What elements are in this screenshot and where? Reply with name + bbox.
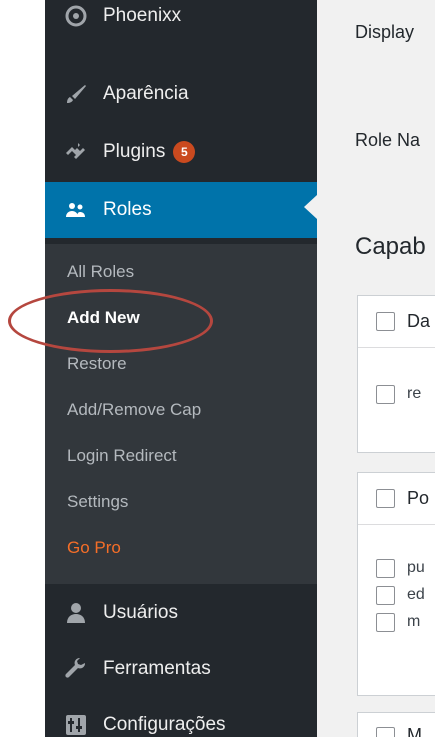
menu-item-label: Roles: [103, 199, 152, 220]
group-label: Da: [407, 311, 431, 331]
role-name-label: Role Na: [355, 130, 421, 150]
capability-group-header: Po: [358, 473, 435, 525]
capability-label: pu: [407, 559, 425, 576]
menu-item-usuarios[interactable]: Usuários: [45, 585, 317, 641]
admin-sidebar: Phoenixx Aparência Plugins 5 Roles All R…: [45, 0, 317, 737]
highlight-annotation: [8, 289, 213, 353]
submenu-settings[interactable]: Settings: [67, 492, 128, 512]
group-checkbox[interactable]: [376, 312, 395, 331]
capability-checkbox[interactable]: [376, 613, 395, 632]
menu-item-roles[interactable]: Roles: [45, 182, 317, 238]
capability-label: ed: [407, 586, 425, 603]
capability-label: m: [407, 613, 421, 630]
capability-checkbox[interactable]: [376, 586, 395, 605]
group-label: M: [407, 725, 422, 737]
menu-item-configuracoes[interactable]: Configurações: [45, 697, 317, 737]
capability-group-panel: Po pu ed m: [357, 472, 435, 696]
active-menu-pointer: [304, 195, 317, 219]
menu-item-aparencia[interactable]: Aparência: [45, 66, 317, 122]
menu-item-label: Plugins: [103, 141, 166, 162]
wrench-icon: [63, 656, 89, 682]
theme-icon: [63, 3, 89, 29]
capability-label: re: [407, 385, 422, 402]
paintbrush-icon: [63, 81, 89, 107]
capability-group-panel: M: [357, 712, 435, 737]
display-name-label: Display: [355, 22, 415, 42]
menu-item-phoenixx[interactable]: Phoenixx: [45, 0, 317, 44]
update-count-badge: 5: [173, 141, 196, 163]
plugin-icon: [63, 139, 89, 165]
capability-checkbox[interactable]: [376, 385, 395, 404]
submenu-all-roles[interactable]: All Roles: [67, 262, 134, 282]
capabilities-title: Capab: [355, 233, 426, 260]
capability-group-header: Da: [358, 296, 435, 348]
menu-item-plugins[interactable]: Plugins 5: [45, 124, 317, 180]
settings-icon: [63, 712, 89, 737]
users-icon: [63, 197, 89, 223]
capability-group-panel: Da re: [357, 295, 435, 453]
submenu-add-remove-cap[interactable]: Add/Remove Cap: [67, 400, 201, 420]
group-label: Po: [407, 488, 430, 508]
main-content: Display Role Na Capab Da re Po pu ed m M: [317, 0, 435, 737]
group-checkbox[interactable]: [376, 489, 395, 508]
submenu-restore[interactable]: Restore: [67, 354, 127, 374]
group-checkbox[interactable]: [376, 727, 395, 737]
menu-item-label: Aparência: [103, 83, 189, 104]
menu-item-label: Ferramentas: [103, 658, 211, 679]
menu-item-label: Configurações: [103, 714, 226, 735]
menu-item-label: Usuários: [103, 602, 178, 623]
submenu-go-pro[interactable]: Go Pro: [67, 538, 121, 558]
user-icon: [63, 600, 89, 626]
menu-item-label: Phoenixx: [103, 5, 182, 26]
capability-checkbox[interactable]: [376, 559, 395, 578]
submenu-login-redirect[interactable]: Login Redirect: [67, 446, 177, 466]
menu-item-ferramentas[interactable]: Ferramentas: [45, 641, 317, 697]
left-margin: [0, 0, 45, 737]
